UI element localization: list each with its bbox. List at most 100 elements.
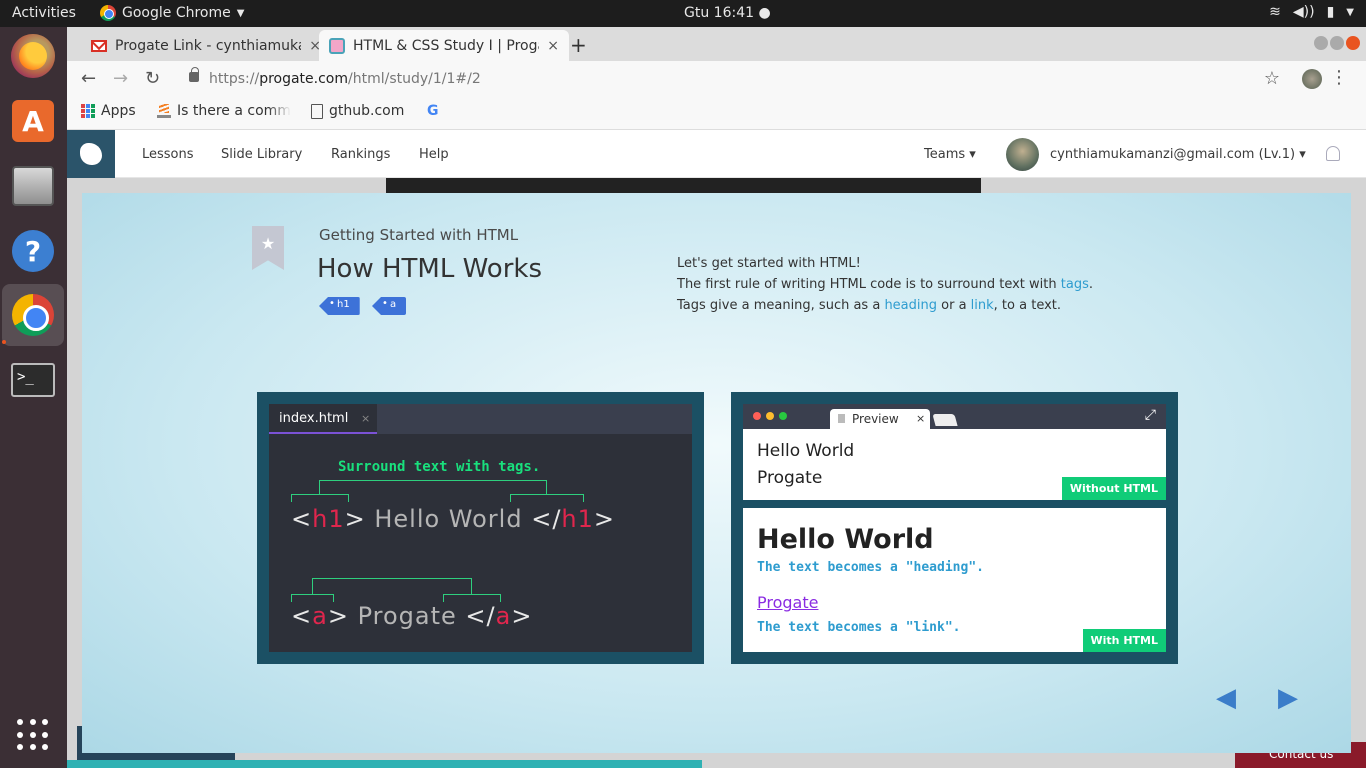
terminal-icon: >_ — [11, 363, 55, 397]
dock-help[interactable]: ? — [9, 227, 57, 275]
nav-help[interactable]: Help — [419, 147, 449, 162]
link-highlight: link — [970, 298, 994, 313]
close-icon: × — [916, 412, 926, 425]
plain-link-text: Progate — [757, 468, 823, 488]
nav-slide-library[interactable]: Slide Library — [221, 147, 302, 162]
bookmark-google[interactable]: G — [427, 103, 439, 119]
running-indicator — [2, 340, 6, 344]
lock-icon[interactable] — [189, 67, 199, 82]
star-bookmark-icon[interactable]: ★ — [252, 226, 284, 270]
preview-with-html: Hello World The text becomes a "heading"… — [743, 508, 1166, 652]
bracket-connector — [319, 480, 547, 494]
address-bar[interactable]: https://progate.com/html/study/1/1#/2 — [209, 71, 481, 87]
google-icon: G — [427, 103, 439, 119]
progate-icon — [329, 37, 345, 54]
rendered-link: Progate — [757, 593, 819, 612]
editor-tab-bar: index.html × — [269, 404, 692, 434]
clock[interactable]: Gtu 16:41 ● — [684, 5, 771, 21]
menu-kebab-icon[interactable]: ⋮ — [1330, 67, 1348, 88]
profile-avatar[interactable] — [1302, 69, 1322, 89]
reload-icon[interactable]: ↻ — [145, 68, 160, 89]
document-icon — [838, 414, 845, 423]
bracket-connector — [443, 594, 501, 602]
user-avatar[interactable] — [1006, 138, 1039, 171]
system-top-bar: Activities Google Chrome ▼ Gtu 16:41 ● ≋… — [0, 0, 1366, 27]
chrome-icon — [12, 294, 54, 336]
tab-progate[interactable]: HTML & CSS Study I | Progate × — [319, 30, 569, 61]
stackoverflow-icon — [157, 104, 171, 118]
next-slide-arrow-icon[interactable]: ▶ — [1278, 683, 1298, 713]
bookmark-apps[interactable]: Apps — [81, 103, 136, 119]
new-tab-button[interactable]: + — [570, 33, 587, 57]
volume-icon: ◀)) — [1292, 4, 1315, 20]
window-dot-yellow — [766, 412, 774, 420]
heading-note: The text becomes a "heading". — [757, 560, 984, 575]
teams-dropdown[interactable]: Teams ▾ — [924, 147, 976, 162]
user-menu[interactable]: cynthiamukamanzi@gmail.com (Lv.1) ▾ — [1050, 147, 1306, 162]
dock-software[interactable]: A — [9, 97, 57, 145]
maximize-button[interactable] — [1330, 36, 1344, 50]
activities-button[interactable]: Activities — [12, 5, 76, 21]
window-controls — [1314, 36, 1360, 50]
dock-chrome[interactable] — [2, 284, 64, 346]
code-editor-panel: index.html × Surround text with tags. <h… — [257, 392, 704, 664]
tab-strip: Progate Link - cynthiamukamanzi × HTML &… — [67, 27, 1366, 61]
tab-gmail[interactable]: Progate Link - cynthiamukamanzi × — [81, 30, 331, 61]
url-scheme: https:// — [209, 71, 260, 87]
dock-files[interactable] — [9, 162, 57, 210]
show-apps-icon[interactable] — [17, 719, 49, 751]
app-menu[interactable]: Google Chrome ▼ — [100, 5, 244, 21]
heading-highlight: heading — [884, 298, 937, 313]
caret-down-icon: ▼ — [236, 7, 245, 19]
bookmarks-bar: Apps Is there a command gthub.com G — [67, 97, 1366, 130]
nav-rankings[interactable]: Rankings — [331, 147, 390, 162]
tag-pill-a: a — [372, 297, 407, 315]
code-line-a: <a> Progate </a> — [291, 602, 533, 630]
apps-grid-icon — [81, 104, 95, 118]
firefox-icon — [11, 34, 55, 78]
forward-arrow-icon[interactable]: → — [113, 68, 128, 89]
preview-tab-label: Preview — [852, 412, 899, 426]
progate-logo-icon — [80, 143, 102, 165]
chrome-icon — [100, 5, 116, 21]
lesson-slide: ★ Getting Started with HTML How HTML Wor… — [82, 193, 1351, 753]
back-arrow-icon[interactable]: ← — [81, 68, 96, 89]
slide-top-strip — [386, 178, 981, 193]
link-note: The text becomes a "link". — [757, 620, 961, 635]
close-icon[interactable]: × — [547, 38, 559, 54]
intro-line: Let's get started with HTML! — [677, 256, 861, 271]
window-dot-red — [753, 412, 761, 420]
intro-line: Tags give a meaning, such as a heading o… — [677, 298, 1062, 313]
url-host: progate.com — [259, 71, 349, 87]
bookmark-star-icon[interactable]: ☆ — [1264, 68, 1280, 89]
window-close-button[interactable] — [1346, 36, 1360, 50]
window-dot-green — [779, 412, 787, 420]
system-tray[interactable]: ≋ ◀)) ▮ ▼ — [1269, 4, 1354, 20]
nav-lessons[interactable]: Lessons — [142, 147, 194, 162]
tab-title: Progate Link - cynthiamukamanzi — [115, 37, 301, 54]
battery-icon: ▮ — [1326, 4, 1335, 20]
previous-slide-arrow-icon[interactable]: ◀ — [1216, 683, 1236, 713]
gmail-icon — [91, 39, 107, 52]
bookmark-github[interactable]: gthub.com — [311, 103, 404, 119]
bookmark-label: gthub.com — [329, 103, 405, 119]
slide-subtitle: Getting Started with HTML — [319, 226, 519, 244]
progress-bar — [67, 760, 702, 768]
code-line-h1: <h1> Hello World </h1> — [291, 505, 615, 533]
minimize-button[interactable] — [1314, 36, 1328, 50]
dock: A ? >_ — [0, 27, 67, 768]
bracket-connector — [291, 594, 334, 602]
preview-panel: Preview × ⤢ Hello World Progate Without … — [731, 392, 1178, 664]
app-menu-label: Google Chrome — [122, 5, 231, 21]
dock-terminal[interactable]: >_ — [9, 356, 57, 404]
browser-toolbar: ← → ↻ https://progate.com/html/study/1/1… — [67, 61, 1366, 97]
expand-icon: ⤢ — [1144, 407, 1156, 423]
progate-logo[interactable] — [67, 130, 115, 178]
dock-firefox[interactable] — [9, 32, 57, 80]
code-editor: index.html × Surround text with tags. <h… — [269, 404, 692, 652]
software-store-icon: A — [12, 100, 54, 142]
bookmark-stackoverflow[interactable]: Is there a command — [157, 103, 291, 119]
bell-icon[interactable] — [1326, 146, 1340, 161]
preview-without-html: Hello World Progate Without HTML — [743, 429, 1166, 500]
bracket-connector — [291, 494, 349, 502]
